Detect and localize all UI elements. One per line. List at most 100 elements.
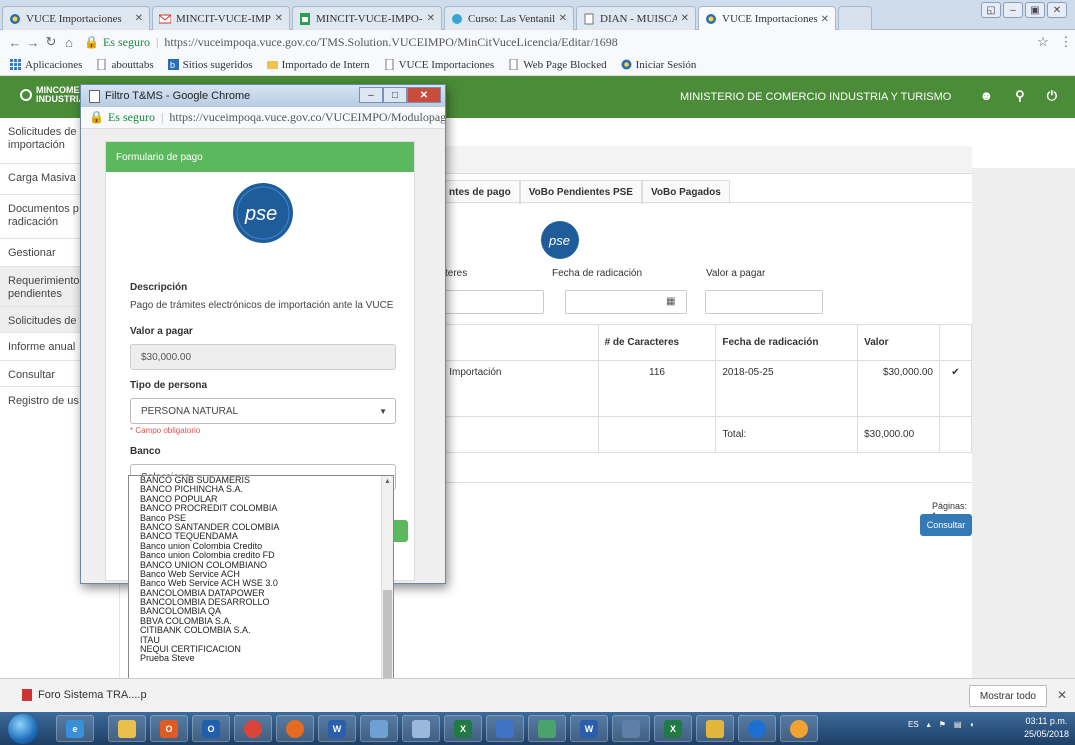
window-controls: ◱ – ▣ ✕ xyxy=(981,2,1067,18)
sidebar-item-label: Gestionar xyxy=(8,247,56,259)
tab-mincit-sheet[interactable]: MINCIT-VUCE-IMPO-Seg ✕ xyxy=(292,6,442,30)
minimize-icon[interactable]: – xyxy=(1003,2,1023,18)
reload-icon[interactable]: ↻ xyxy=(42,34,60,50)
maximize-icon[interactable]: ▣ xyxy=(1025,2,1045,18)
taskbar-app[interactable] xyxy=(612,715,650,742)
star-icon[interactable]: ☆ xyxy=(1029,34,1057,50)
popup-address-bar[interactable]: 🔒 Es seguro | https://vuceimpoqa.vuce.go… xyxy=(81,107,445,129)
network-icon[interactable]: ▤ xyxy=(954,720,962,729)
taskbar-app[interactable] xyxy=(360,715,398,742)
url-field[interactable]: 🔒 Es seguro | https://vuceimpoqa.vuce.go… xyxy=(84,32,1029,52)
table-row[interactable]: a de Importación 116 2018-05-25 $30,000.… xyxy=(420,360,972,417)
back-icon[interactable]: ← xyxy=(6,35,24,50)
search-icon[interactable]: ⚲ xyxy=(1015,88,1025,104)
bookmark-abouttabs[interactable]: abouttabs xyxy=(96,59,154,71)
banco-option[interactable]: CITIBANK COLOMBIA S.A. xyxy=(129,625,381,635)
close-window-icon[interactable]: ✕ xyxy=(1047,2,1067,18)
language-indicator[interactable]: ES xyxy=(908,720,919,729)
taskbar-excel[interactable]: X xyxy=(654,715,692,742)
url-text: https://vuceimpoqa.vuce.gov.co/TMS.Solut… xyxy=(164,34,618,49)
bookmark-iniciar[interactable]: Iniciar Sesión xyxy=(621,59,696,71)
bookmark-importado[interactable]: Importado de Intern xyxy=(266,58,370,71)
bookmark-vuce[interactable]: VUCE Importaciones xyxy=(384,59,494,71)
tab-vuce-active[interactable]: VUCE Importaciones ✕ xyxy=(698,6,836,31)
menu-icon[interactable]: ⋮ xyxy=(1057,34,1075,50)
tipo-persona-select[interactable]: PERSONA NATURAL ▼ xyxy=(130,398,396,424)
consultar-button[interactable]: Consultar xyxy=(920,514,972,536)
close-icon[interactable]: ✕ xyxy=(135,13,143,24)
tab-vuce-importaciones[interactable]: VUCE Importaciones ✕ xyxy=(2,6,150,30)
tab-vobo-pendientes-pse[interactable]: VoBo Pendientes PSE xyxy=(519,180,642,204)
close-icon[interactable]: ✕ xyxy=(821,14,829,25)
download-item[interactable]: Foro Sistema TRA....p xyxy=(22,689,147,701)
bookmark-label: Importado de Intern xyxy=(281,58,370,71)
sidebar-item-label: Requerimiento pendientes xyxy=(8,275,80,300)
tab-dian[interactable]: DIAN - MUISCA ✕ xyxy=(576,6,696,30)
bookmark-blocked[interactable]: Web Page Blocked xyxy=(508,59,607,71)
pay-button-edge[interactable] xyxy=(394,520,408,542)
bookmark-sitios[interactable]: b Sitios sugeridos xyxy=(167,59,253,71)
volume-icon[interactable]: ◖ xyxy=(969,720,974,729)
close-icon[interactable]: ✕ xyxy=(427,13,435,24)
flag-icon[interactable]: ⚑ xyxy=(939,720,946,729)
taskbar-word[interactable]: W xyxy=(318,715,356,742)
close-icon[interactable]: ✕ xyxy=(1057,688,1067,702)
download-filename: Foro Sistema TRA....p xyxy=(38,689,147,701)
popup-window-controls: – □ ✕ xyxy=(359,87,441,103)
forward-icon[interactable]: → xyxy=(24,35,42,50)
tab-mincit-mail[interactable]: MINCIT-VUCE-IMPO-Seg ✕ xyxy=(152,6,290,30)
home-icon[interactable]: ⌂ xyxy=(60,35,78,50)
tray-arrow-icon[interactable]: ▴ xyxy=(927,720,931,729)
tab-label: Curso: Las Ventanillas Ún xyxy=(468,12,555,25)
vuce-icon xyxy=(706,14,716,24)
taskbar-app[interactable] xyxy=(486,715,524,742)
taskbar-office[interactable]: O xyxy=(150,715,188,742)
bookmark-apps[interactable]: Aplicaciones xyxy=(10,59,82,71)
power-icon[interactable]: ⏻ xyxy=(1047,88,1057,104)
row-checkbox[interactable]: ✔ xyxy=(939,360,972,417)
show-all-button[interactable]: Mostrar todo xyxy=(968,685,1047,707)
close-icon[interactable]: ✕ xyxy=(275,13,283,24)
taskbar-explorer[interactable] xyxy=(108,715,146,742)
taskbar-app[interactable] xyxy=(402,715,440,742)
close-icon[interactable]: ✕ xyxy=(559,13,567,24)
close-icon[interactable]: ✕ xyxy=(681,13,689,24)
taskbar-app[interactable] xyxy=(780,715,818,742)
taskbar-teamviewer[interactable] xyxy=(738,715,776,742)
taskbar-ie[interactable]: e xyxy=(56,715,94,742)
teamviewer-icon xyxy=(748,719,766,738)
taskbar-clock[interactable]: 03:11 p.m. 25/05/2018 xyxy=(1024,715,1069,741)
tab-vobo-pagados[interactable]: VoBo Pagados xyxy=(641,180,730,204)
banco-option[interactable]: Prueba Steve xyxy=(129,654,381,664)
start-button[interactable] xyxy=(8,714,38,744)
restore-icon[interactable]: ◱ xyxy=(981,2,1001,18)
descripcion-label: Descripción xyxy=(130,282,188,293)
user-icon[interactable]: ☻ xyxy=(979,88,993,104)
taskbar-app[interactable] xyxy=(696,715,734,742)
table-header xyxy=(939,324,972,361)
tab-curso[interactable]: Curso: Las Ventanillas Ún ✕ xyxy=(444,6,574,30)
lock-icon: 🔒 xyxy=(84,34,99,49)
cell-empty xyxy=(939,416,972,453)
new-tab-button[interactable] xyxy=(838,6,872,30)
sidebar-item-label: Documentos p radicación xyxy=(8,203,79,228)
dropdown-scrollbar[interactable]: ▲ ▼ xyxy=(381,476,393,711)
close-icon[interactable]: ✕ xyxy=(407,87,441,103)
banco-dropdown-list[interactable]: BANCO GNB SUDAMERIS BANCO PICHINCHA S.A. B… xyxy=(128,475,394,712)
taskbar-firefox[interactable] xyxy=(276,715,314,742)
tab-pendientes-pago[interactable]: ntes de pago xyxy=(440,180,520,204)
minimize-icon[interactable]: – xyxy=(359,87,383,103)
scroll-up-icon[interactable]: ▲ xyxy=(384,478,391,485)
filter-caracteres-input[interactable] xyxy=(430,290,544,314)
content-toolbar xyxy=(420,146,972,174)
taskbar-app[interactable] xyxy=(528,715,566,742)
maximize-icon[interactable]: □ xyxy=(383,87,407,103)
taskbar-excel[interactable]: X xyxy=(444,715,482,742)
taskbar-word[interactable]: W xyxy=(570,715,608,742)
taskbar-outlook[interactable]: O xyxy=(192,715,230,742)
calendar-icon[interactable]: ▦ xyxy=(666,296,675,307)
page-icon xyxy=(97,59,106,70)
right-panel xyxy=(972,168,1075,678)
taskbar-chrome[interactable] xyxy=(234,715,272,742)
filter-valor-input[interactable] xyxy=(705,290,823,314)
